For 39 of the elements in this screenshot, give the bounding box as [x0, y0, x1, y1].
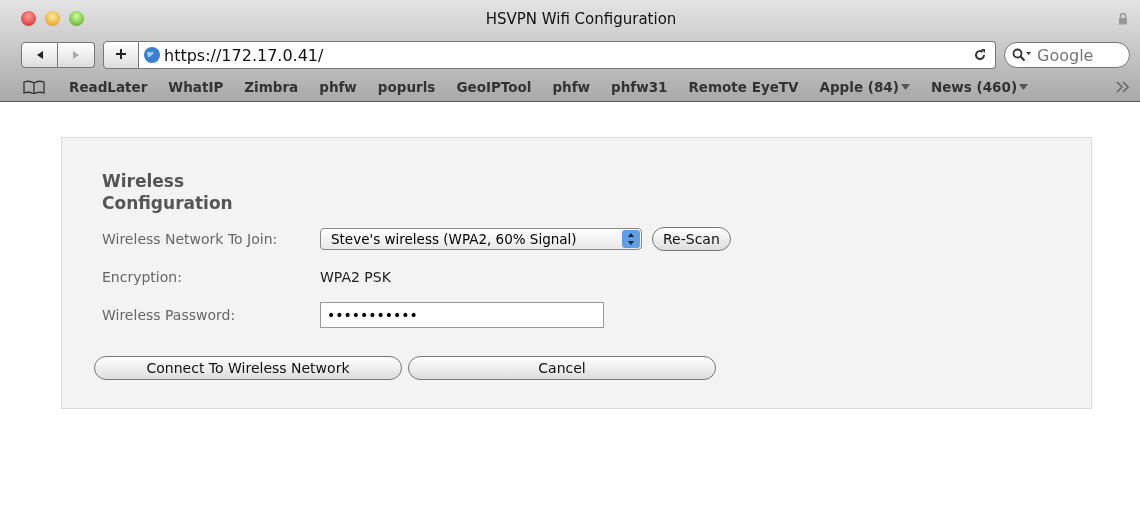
search-icon — [1012, 48, 1032, 62]
rescan-button[interactable]: Re-Scan — [652, 227, 731, 251]
forward-arrow-icon — [71, 50, 81, 60]
cancel-button[interactable]: Cancel — [408, 356, 716, 380]
more-bookmarks-icon[interactable] — [1116, 81, 1130, 93]
field-label: Wireless Password: — [102, 307, 237, 323]
bookmark-link[interactable]: ReadLater — [69, 79, 148, 95]
field-label: Wireless Network To Join: — [102, 231, 279, 247]
bookmark-link[interactable]: News (460) — [930, 79, 1029, 95]
caret-icon — [900, 83, 910, 91]
bookmark-link[interactable]: GeoIPTool — [456, 79, 532, 95]
bookmark-link[interactable]: Remote EyeTV — [688, 79, 799, 95]
bookmark-link[interactable]: phfw31 — [611, 79, 668, 95]
reload-icon[interactable] — [973, 48, 987, 62]
back-button[interactable] — [21, 42, 58, 68]
globe-icon — [143, 46, 161, 64]
bookmark-link[interactable]: Zimbra — [244, 79, 299, 95]
plus-icon — [115, 47, 127, 60]
bookmark-link[interactable]: Apple (84) — [819, 79, 910, 95]
search-field[interactable]: Google — [1004, 42, 1130, 68]
forward-button[interactable] — [58, 42, 95, 68]
lock-icon — [1118, 12, 1128, 25]
window-title: HSVPN Wifi Configuration — [484, 9, 678, 28]
connect-button[interactable]: Connect To Wireless Network — [94, 356, 402, 380]
password-field[interactable]: ••••••••••• — [320, 302, 604, 328]
book-icon[interactable] — [23, 80, 45, 94]
select-arrows-icon — [622, 230, 640, 248]
caret-icon — [1019, 83, 1029, 91]
close-button[interactable] — [21, 11, 36, 26]
bookmark-link[interactable]: WhatIP — [168, 79, 224, 95]
add-bookmark-button[interactable] — [103, 41, 139, 69]
form-title: Wireless Configuration — [102, 170, 234, 214]
bookmark-link[interactable]: phfw — [552, 79, 591, 95]
address-field[interactable]: https://172.17.0.41/ — [139, 41, 996, 69]
bookmark-link[interactable]: popurls — [377, 79, 436, 95]
bookmark-link[interactable]: phfw — [319, 79, 357, 95]
field-label: Encryption: — [102, 269, 183, 285]
network-select[interactable]: Steve's wireless (WPA2, 60% Signal) — [320, 228, 642, 250]
encryption-value: WPA2 PSK — [320, 269, 391, 285]
